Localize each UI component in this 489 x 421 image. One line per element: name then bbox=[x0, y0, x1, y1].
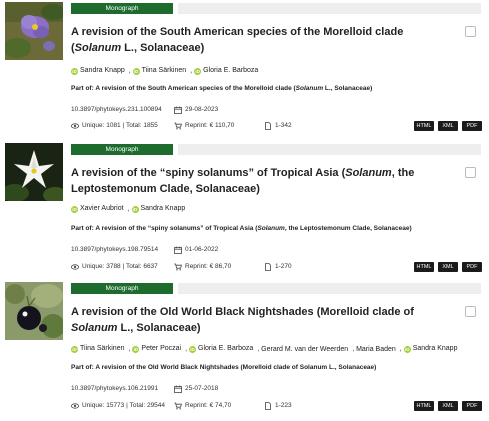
orcid-icon: iD bbox=[71, 345, 78, 353]
orcid-icon: iD bbox=[189, 345, 196, 353]
article-thumbnail[interactable] bbox=[5, 282, 63, 340]
calendar-icon bbox=[174, 385, 182, 393]
html-button[interactable]: HTML bbox=[414, 262, 434, 272]
pdf-button[interactable]: PDF bbox=[462, 121, 482, 131]
part-of-text[interactable]: Part of: A revision of the “spiny solanu… bbox=[71, 224, 481, 233]
author-link[interactable]: iD Sandra Knapp bbox=[403, 344, 457, 354]
author-link[interactable]: iD Xavier Aubriot bbox=[71, 204, 124, 214]
document-icon bbox=[265, 262, 271, 271]
views-stat: Unique: 1081 | Total: 1855 bbox=[71, 121, 158, 130]
orcid-icon: iD bbox=[194, 67, 202, 75]
article-card: Monograph A revision of the Old World Bl… bbox=[0, 280, 489, 420]
orcid-icon: iD bbox=[403, 345, 411, 353]
article-type-badge: Monograph bbox=[71, 3, 173, 14]
article-type-badge: Monograph bbox=[71, 283, 173, 294]
article-title[interactable]: A revision of the Old World Black Nights… bbox=[71, 304, 456, 336]
article-header-bar bbox=[178, 3, 481, 14]
author-list: iD Tiina Särkinen, iD Peter Poczai, iD Glor… bbox=[71, 344, 458, 355]
author-list: iD Sandra Knapp, iD Tiina Särkinen, iD Glor… bbox=[71, 66, 259, 76]
orcid-icon: iD bbox=[71, 67, 78, 75]
article-thumbnail[interactable] bbox=[5, 2, 63, 60]
eye-icon bbox=[71, 122, 79, 129]
doi-link[interactable]: 10.3897/phytokeys.231.100894 bbox=[71, 105, 171, 114]
orcid-icon: iD bbox=[71, 205, 78, 213]
author-link[interactable]: iD Gloria E. Barboza bbox=[194, 66, 258, 76]
reprint-link[interactable]: Reprint: € 110,70 bbox=[174, 121, 234, 130]
xml-button[interactable]: XML bbox=[438, 262, 458, 272]
select-checkbox[interactable] bbox=[465, 167, 476, 178]
calendar-icon bbox=[174, 106, 182, 114]
article-card: Monograph A revision of the South Americ… bbox=[0, 0, 489, 140]
author-link[interactable]: iD Peter Poczai bbox=[132, 344, 181, 354]
author-link[interactable]: Gerard M. van der Weerden bbox=[261, 345, 348, 355]
author-link[interactable]: iD Tiina Särkinen bbox=[132, 66, 186, 76]
publication-date: 29-08-2023 bbox=[174, 105, 218, 114]
author-list: iD Xavier Aubriot, iD Sandra Knapp bbox=[71, 204, 186, 214]
reprint-link[interactable]: Reprint: € 74,70 bbox=[174, 401, 231, 410]
xml-button[interactable]: XML bbox=[438, 121, 458, 131]
html-button[interactable]: HTML bbox=[414, 401, 434, 411]
orcid-icon: iD bbox=[131, 205, 139, 213]
article-title[interactable]: A revision of the “spiny solanums” of Tr… bbox=[71, 165, 456, 197]
document-icon bbox=[265, 401, 271, 410]
doi-link[interactable]: 10.3897/phytokeys.198.79514 bbox=[71, 245, 171, 254]
orcid-icon: iD bbox=[132, 345, 140, 353]
pdf-button[interactable]: PDF bbox=[462, 262, 482, 272]
author-link[interactable]: iD Sandra Knapp bbox=[131, 204, 185, 214]
eye-icon bbox=[71, 402, 79, 409]
article-card: Monograph A revision of the “spiny solan… bbox=[0, 141, 489, 281]
xml-button[interactable]: XML bbox=[438, 401, 458, 411]
html-button[interactable]: HTML bbox=[414, 121, 434, 131]
part-of-text[interactable]: Part of: A revision of the South America… bbox=[71, 84, 481, 93]
cart-icon bbox=[174, 122, 182, 129]
article-type-badge: Monograph bbox=[71, 144, 173, 155]
author-link[interactable]: iD Sandra Knapp bbox=[71, 66, 125, 76]
eye-icon bbox=[71, 263, 79, 270]
views-stat: Unique: 3788 | Total: 6637 bbox=[71, 262, 158, 271]
document-icon bbox=[265, 121, 271, 130]
select-checkbox[interactable] bbox=[465, 306, 476, 317]
cart-icon bbox=[174, 263, 182, 270]
cart-icon bbox=[174, 402, 182, 409]
page-range: 1-342 bbox=[264, 121, 292, 130]
calendar-icon bbox=[174, 246, 182, 254]
article-title[interactable]: A revision of the South American species… bbox=[71, 24, 456, 56]
article-thumbnail[interactable] bbox=[5, 143, 63, 201]
publication-date: 25-07-2018 bbox=[174, 384, 218, 393]
author-link[interactable]: iD Gloria E. Barboza bbox=[189, 344, 253, 354]
reprint-link[interactable]: Reprint: € 86,70 bbox=[174, 262, 231, 271]
doi-date-row: 10.3897/phytokeys.198.79514 01-06-2022 bbox=[71, 245, 371, 254]
views-stat: Unique: 15773 | Total: 29544 bbox=[71, 401, 165, 410]
author-link[interactable]: iD Tiina Särkinen bbox=[71, 344, 125, 354]
doi-date-row: 10.3897/phytokeys.106.21991 25-07-2018 bbox=[71, 384, 371, 393]
page-range: 1-223 bbox=[264, 401, 292, 410]
publication-date: 01-06-2022 bbox=[174, 245, 218, 254]
part-of-text[interactable]: Part of: A revision of the Old World Bla… bbox=[71, 363, 481, 372]
doi-link[interactable]: 10.3897/phytokeys.106.21991 bbox=[71, 384, 171, 393]
article-header-bar bbox=[178, 144, 481, 155]
page-range: 1-270 bbox=[264, 262, 292, 271]
doi-date-row: 10.3897/phytokeys.231.100894 29-08-2023 bbox=[71, 105, 371, 114]
orcid-icon: iD bbox=[132, 67, 140, 75]
pdf-button[interactable]: PDF bbox=[462, 401, 482, 411]
author-link[interactable]: Maria Baden bbox=[356, 345, 396, 355]
select-checkbox[interactable] bbox=[465, 26, 476, 37]
article-header-bar bbox=[178, 283, 481, 294]
